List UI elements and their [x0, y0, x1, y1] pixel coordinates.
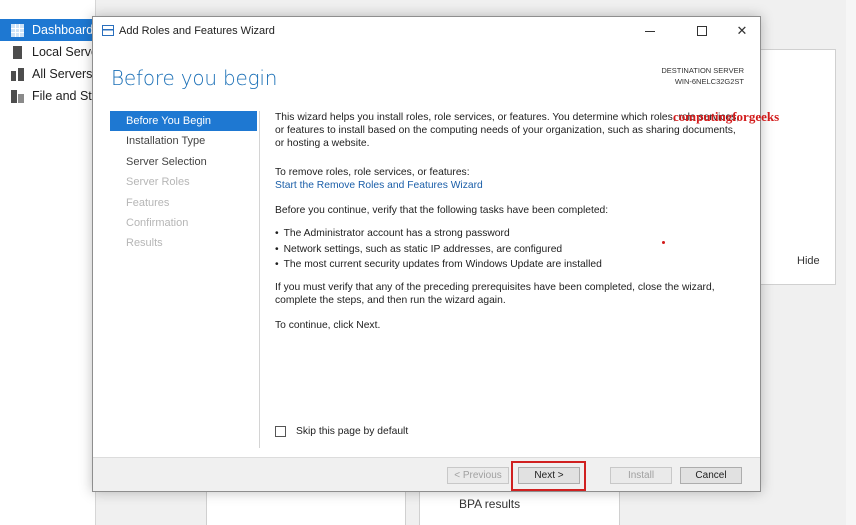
step-server-selection[interactable]: Server Selection [110, 152, 257, 172]
nav-divider [259, 111, 260, 448]
remove-wizard-link[interactable]: Start the Remove Roles and Features Wiza… [275, 179, 483, 192]
verify-text: Before you continue, verify that the fol… [275, 205, 609, 216]
install-button: Install [610, 467, 672, 484]
previous-button: < Previous [447, 467, 509, 484]
next-highlight-box [511, 461, 586, 491]
list-item: The most current security updates from W… [275, 257, 602, 273]
skip-page-option[interactable]: Skip this page by default [275, 426, 408, 437]
dashboard-icon [11, 23, 24, 37]
maximize-button[interactable] [680, 17, 724, 45]
minimize-icon [645, 30, 655, 32]
title-bar[interactable]: Add Roles and Features Wizard ✕ [93, 17, 760, 45]
destination-server-label: DESTINATION SERVER [661, 66, 744, 75]
continue-text: To continue, click Next. [275, 320, 381, 331]
window-title: Add Roles and Features Wizard [119, 25, 275, 37]
step-features: Features [126, 196, 170, 209]
sidebar-item-all-servers[interactable]: All Servers [0, 63, 96, 85]
sidebar-item-label: All Servers [32, 67, 93, 81]
list-item: Network settings, such as static IP addr… [275, 242, 602, 258]
skip-page-label: Skip this page by default [296, 426, 409, 437]
sidebar-item-local-server[interactable]: Local Server [0, 41, 96, 63]
server-icon [13, 45, 22, 59]
prerequisite-list: The Administrator account has a strong p… [275, 226, 602, 273]
prereq-text: If you must verify that any of the prece… [275, 282, 715, 306]
remove-text: To remove roles, role services, or featu… [275, 167, 470, 178]
hide-link[interactable]: Hide [797, 255, 820, 267]
list-item: The Administrator account has a strong p… [275, 226, 602, 242]
bpa-results-label[interactable]: BPA results [459, 497, 520, 511]
wizard-footer: < Previous Next > Install Cancel [93, 457, 760, 491]
sidebar-item-dashboard[interactable]: Dashboard [0, 19, 96, 41]
cancel-button[interactable]: Cancel [680, 467, 742, 484]
sidebar-item-label: File and Storage Services [32, 89, 96, 103]
file-storage-icon [11, 89, 24, 103]
page-title: Before you begin [111, 66, 278, 90]
wizard-steps-nav: Before You Begin Installation Type Serve… [110, 111, 257, 254]
all-servers-icon [11, 67, 24, 81]
skip-page-checkbox[interactable] [275, 426, 286, 437]
destination-server-name: WIN-6NELC32G2ST [674, 77, 744, 86]
sidebar-item-label: Local Server [32, 45, 96, 59]
step-installation-type[interactable]: Installation Type [110, 131, 257, 151]
add-roles-wizard-window: Add Roles and Features Wizard ✕ Before y… [92, 16, 779, 492]
scrollbar[interactable] [846, 0, 856, 525]
wizard-app-icon [102, 25, 114, 36]
sidebar-item-label: Dashboard [32, 23, 94, 37]
step-before-you-begin[interactable]: Before You Begin [110, 111, 257, 132]
server-tile [206, 490, 406, 525]
minimize-button[interactable] [628, 17, 672, 45]
welcome-panel [759, 49, 836, 285]
step-server-roles: Server Roles [126, 176, 190, 189]
close-button[interactable]: ✕ [720, 17, 764, 45]
close-icon: ✕ [736, 23, 748, 39]
maximize-icon [697, 26, 707, 36]
cursor-dot [662, 241, 665, 244]
watermark: computingforgeeks [673, 109, 780, 124]
step-results: Results [126, 237, 163, 250]
step-confirmation: Confirmation [126, 216, 189, 229]
sidebar-item-file-storage[interactable]: File and Storage Services [0, 85, 96, 107]
